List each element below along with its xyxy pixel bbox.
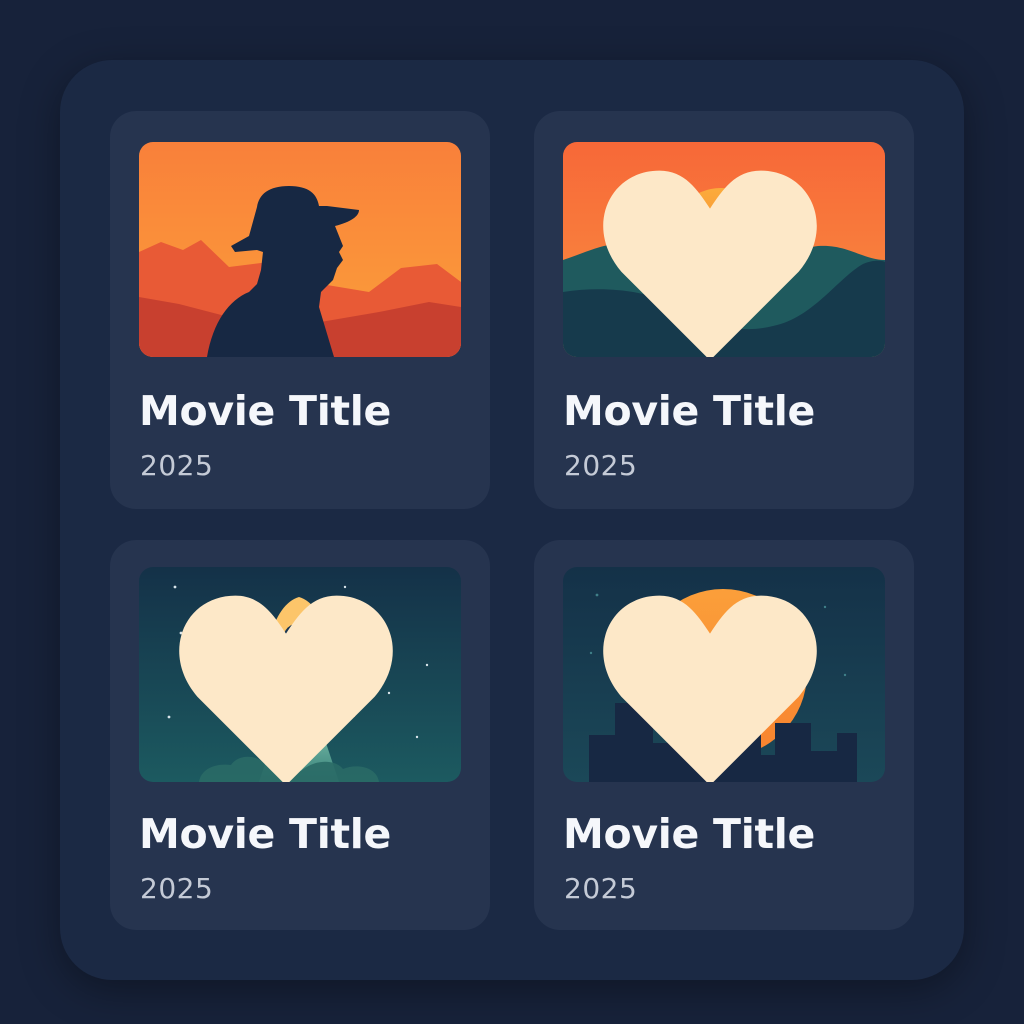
cowboy-silhouette-poster-image (139, 142, 461, 357)
heart-icon[interactable] (563, 583, 871, 782)
movie-poster[interactable] (139, 567, 461, 782)
movie-title[interactable]: Movie Title (139, 387, 391, 435)
movie-year: 2025 (140, 449, 214, 482)
movie-year: 2025 (564, 449, 638, 482)
movie-card[interactable]: Movie Title 2025 (110, 540, 490, 930)
movie-title[interactable]: Movie Title (563, 387, 815, 435)
movie-poster[interactable] (563, 567, 885, 782)
movie-card[interactable]: Movie Title 2025 (534, 540, 914, 930)
movie-year: 2025 (564, 872, 638, 905)
movie-poster[interactable] (563, 142, 885, 357)
movie-poster[interactable] (139, 142, 461, 357)
heart-icon[interactable] (563, 158, 871, 357)
movie-year: 2025 (140, 872, 214, 905)
movie-card[interactable]: Movie Title 2025 (534, 111, 914, 509)
movie-title[interactable]: Movie Title (563, 810, 815, 858)
heart-icon[interactable] (139, 583, 447, 782)
movie-title[interactable]: Movie Title (139, 810, 391, 858)
movie-card[interactable]: Movie Title 2025 (110, 111, 490, 509)
